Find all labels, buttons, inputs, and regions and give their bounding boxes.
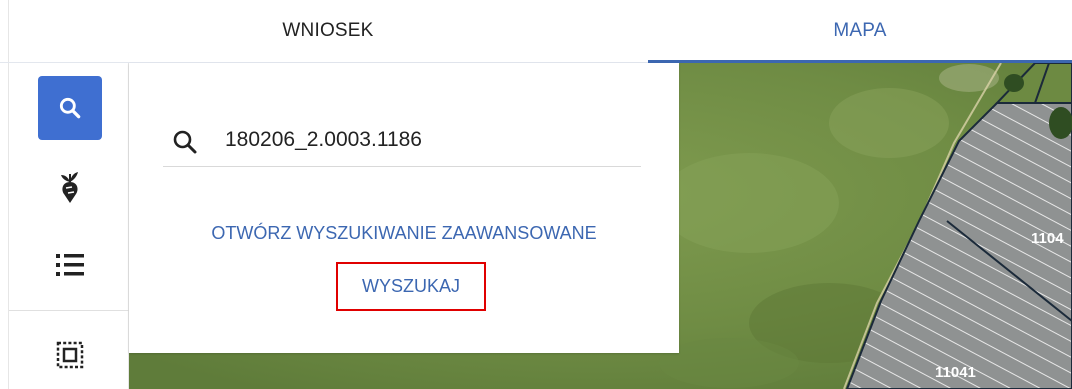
tab-mapa[interactable]: MAPA: [648, 0, 1072, 63]
tab-wniosek-label: WNIOSEK: [282, 20, 374, 41]
beet-icon: [61, 172, 78, 203]
search-tool-button[interactable]: [38, 76, 102, 140]
crops-tool-button[interactable]: [38, 155, 102, 219]
tab-bar: WNIOSEK MAPA: [0, 0, 1072, 63]
map-toolbar: [8, 63, 129, 389]
select-area-tool-button[interactable]: [38, 323, 102, 387]
advanced-search-link[interactable]: OTWÓRZ WYSZUKIWANIE ZAAWANSOWANE: [129, 223, 679, 244]
parcel-label-11041: 11041: [935, 364, 976, 381]
tab-mapa-label: MAPA: [833, 20, 887, 41]
search-button-label: WYSZUKAJ: [361, 276, 460, 296]
search-field: [163, 116, 641, 167]
search-button[interactable]: WYSZUKAJ: [336, 262, 486, 311]
toolbar-divider: [9, 310, 129, 311]
parcel-label-1104: 1104: [1031, 230, 1064, 247]
search-icon: [59, 97, 81, 119]
select-area-icon: [56, 341, 84, 369]
list-icon: [56, 254, 84, 276]
search-input[interactable]: [225, 124, 625, 156]
search-icon: [173, 130, 197, 154]
tab-wniosek[interactable]: WNIOSEK: [8, 0, 648, 62]
search-panel: OTWÓRZ WYSZUKIWANIE ZAAWANSOWANE WYSZUKA…: [129, 63, 679, 353]
list-tool-button[interactable]: [38, 233, 102, 297]
